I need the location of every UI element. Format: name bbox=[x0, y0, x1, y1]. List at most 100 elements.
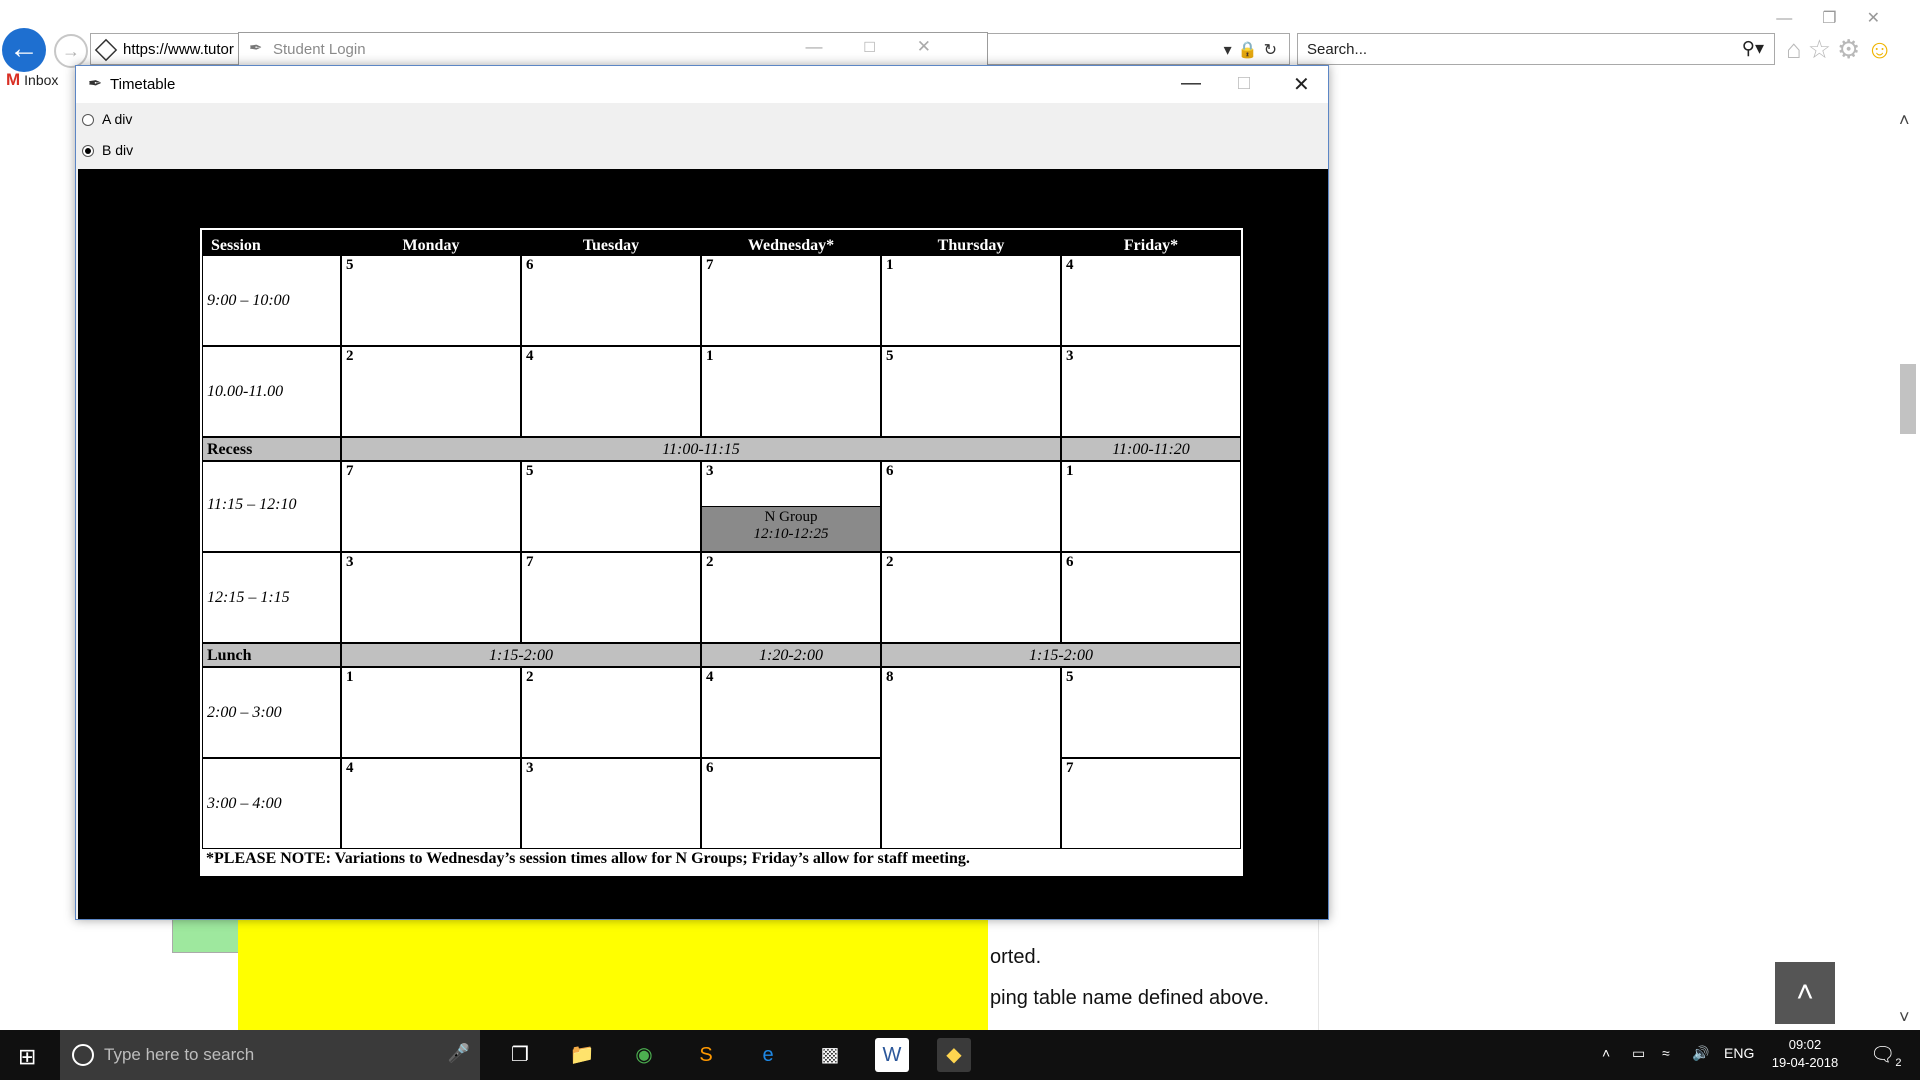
file-explorer-icon[interactable]: 📁 bbox=[565, 1038, 599, 1072]
timetable-cell: 7 bbox=[341, 461, 521, 552]
timetable-cell: 3 bbox=[1061, 346, 1241, 437]
session-time: 2:00 – 3:00 bbox=[202, 667, 341, 758]
yellow-panel bbox=[238, 920, 988, 1030]
terminal-icon[interactable]: ▩ bbox=[813, 1038, 847, 1072]
timetable-cell: 2 bbox=[881, 552, 1061, 643]
task-view-icon[interactable]: ❐ bbox=[503, 1038, 537, 1072]
browser-search-box[interactable]: Search... ⚲▾ bbox=[1297, 33, 1775, 65]
close-icon[interactable]: ✕ bbox=[1293, 72, 1310, 97]
tray-chevron-icon[interactable]: ˄ bbox=[1602, 1045, 1610, 1061]
feather-icon: ✒ bbox=[249, 40, 263, 57]
favorite-inbox-link[interactable]: Inbox bbox=[24, 72, 58, 88]
timetable-cell: 4 bbox=[341, 758, 521, 849]
header-friday: Friday* bbox=[1061, 230, 1241, 255]
radio-a-div[interactable]: A div bbox=[82, 111, 132, 127]
page-text-line: ping table name defined above. bbox=[990, 987, 1270, 1009]
feedback-smiley-icon[interactable]: ☺ bbox=[1866, 34, 1899, 64]
search-icon[interactable]: ⚲▾ bbox=[1742, 38, 1764, 59]
lunch-time: 1:15-2:00 bbox=[341, 643, 701, 667]
timetable-cell-double: 8 bbox=[881, 667, 1061, 849]
lunch-label: Lunch bbox=[202, 643, 341, 667]
forward-button[interactable]: → bbox=[54, 34, 88, 68]
site-icon bbox=[94, 38, 118, 62]
notification-count: 2 bbox=[1895, 1057, 1902, 1069]
radio-b-div[interactable]: B div bbox=[82, 142, 133, 158]
scrollbar-thumb[interactable] bbox=[1900, 364, 1916, 434]
recess-label: Recess bbox=[202, 437, 341, 461]
timetable-cell: 5 bbox=[521, 461, 701, 552]
radio-b-div-button[interactable] bbox=[82, 145, 94, 158]
header-monday: Monday bbox=[341, 230, 521, 255]
timetable-cell: 6 bbox=[1061, 552, 1241, 643]
address-bar-tools-icon[interactable]: ▾🔒↻ bbox=[1224, 40, 1283, 60]
browser-window-controls: —❐✕ bbox=[1776, 8, 1910, 28]
microphone-icon[interactable]: 🎤 bbox=[448, 1043, 470, 1064]
session-time: 10.00-11.00 bbox=[202, 346, 341, 437]
volume-icon[interactable]: 🔊 bbox=[1692, 1045, 1709, 1062]
taskbar: ⊞ Type here to search 🎤 ❐ 📁 ◉ S e ▩ W ◆ … bbox=[0, 1030, 1920, 1080]
minimize-icon[interactable]: — bbox=[1181, 72, 1201, 95]
timetable-titlebar[interactable]: ✒ Timetable — □ ✕ bbox=[76, 66, 1328, 103]
language-indicator[interactable]: ENG bbox=[1724, 1045, 1754, 1061]
timetable-cell: 4 bbox=[1061, 255, 1241, 346]
radio-a-div-button[interactable] bbox=[82, 114, 94, 127]
clock-date: 19-04-2018 bbox=[1771, 1055, 1839, 1070]
taskbar-search-placeholder: Type here to search bbox=[104, 1045, 255, 1064]
header-session: Session bbox=[202, 230, 341, 255]
timetable-cell: 6 bbox=[881, 461, 1061, 552]
browser-restore-icon[interactable]: ❐ bbox=[1822, 10, 1866, 27]
favorites-star-icon[interactable]: ☆ bbox=[1808, 34, 1837, 64]
gmail-icon: M bbox=[6, 70, 21, 89]
word-icon[interactable]: W bbox=[875, 1038, 909, 1072]
wifi-icon[interactable]: ≈ bbox=[1662, 1045, 1670, 1061]
timetable-cell: 1 bbox=[341, 667, 521, 758]
radio-b-div-label: B div bbox=[102, 142, 134, 158]
timetable-cell: 3 bbox=[521, 758, 701, 849]
student-login-window-controls[interactable]: —□✕ bbox=[805, 37, 973, 57]
notification-center-icon[interactable]: 🗨2 bbox=[1870, 1042, 1902, 1069]
timetable-window: ✒ Timetable — □ ✕ A div B div Session Mo… bbox=[75, 65, 1329, 920]
timetable-cell: 2 bbox=[341, 346, 521, 437]
timetable-window-title: Timetable bbox=[110, 76, 176, 93]
n-group-label: N Group bbox=[764, 509, 818, 525]
timetable-cell: 7 bbox=[521, 552, 701, 643]
page-scrollbar[interactable]: ˄ ˅ bbox=[1896, 100, 1920, 1030]
page-text-line: orted. bbox=[990, 946, 1042, 968]
clock-time: 09:02 bbox=[1788, 1037, 1822, 1052]
sublime-text-icon[interactable]: S bbox=[689, 1038, 723, 1072]
recess-time-friday: 11:00-11:20 bbox=[1061, 437, 1241, 461]
timetable-cell: 4 bbox=[701, 667, 881, 758]
timetable-cell: 6 bbox=[701, 758, 881, 849]
timetable-cell: 6 bbox=[521, 255, 701, 346]
python-icon[interactable]: ◆ bbox=[937, 1038, 971, 1072]
timetable-cell: 3 bbox=[341, 552, 521, 643]
timetable-cell: 5 bbox=[341, 255, 521, 346]
n-group-time: 12:10-12:25 bbox=[753, 526, 829, 542]
internet-explorer-icon[interactable]: e bbox=[751, 1038, 785, 1072]
timetable-cell: 7 bbox=[701, 255, 881, 346]
timetable-sheet: Session Monday Tuesday Wednesday* Thursd… bbox=[200, 228, 1243, 876]
clock[interactable]: 09:02 19-04-2018 bbox=[1770, 1036, 1840, 1072]
favorites-bar: M Inbox bbox=[0, 70, 58, 90]
chrome-icon[interactable]: ◉ bbox=[627, 1038, 661, 1072]
student-login-window[interactable]: ✒ Student Login —□✕ bbox=[238, 32, 988, 66]
maximize-icon[interactable]: □ bbox=[1238, 72, 1250, 95]
browser-toolbar-icons: ⌂☆⚙☺ bbox=[1786, 34, 1899, 65]
scroll-down-icon[interactable]: ˅ bbox=[1899, 1007, 1910, 1028]
feather-icon: ✒ bbox=[88, 74, 103, 93]
taskbar-search[interactable]: Type here to search 🎤 bbox=[60, 1030, 480, 1080]
settings-gear-icon[interactable]: ⚙ bbox=[1837, 34, 1866, 64]
battery-icon[interactable]: ▭ bbox=[1632, 1045, 1645, 1062]
student-login-title: Student Login bbox=[273, 41, 366, 58]
timetable-cell: 5 bbox=[881, 346, 1061, 437]
address-url[interactable]: https://www.tutor bbox=[123, 41, 234, 58]
timetable-note: *PLEASE NOTE: Variations to Wednesday’s … bbox=[206, 850, 970, 867]
windows-start-icon[interactable]: ⊞ bbox=[18, 1044, 36, 1070]
home-icon[interactable]: ⌂ bbox=[1786, 34, 1808, 64]
session-time: 11:15 – 12:10 bbox=[202, 461, 341, 552]
scroll-up-icon[interactable]: ˄ bbox=[1899, 110, 1910, 131]
browser-close-icon[interactable]: ✕ bbox=[1867, 10, 1910, 27]
browser-minimize-icon[interactable]: — bbox=[1776, 10, 1822, 27]
back-button[interactable]: ← bbox=[2, 28, 46, 72]
scroll-to-top-button[interactable]: ˄ bbox=[1775, 962, 1835, 1024]
